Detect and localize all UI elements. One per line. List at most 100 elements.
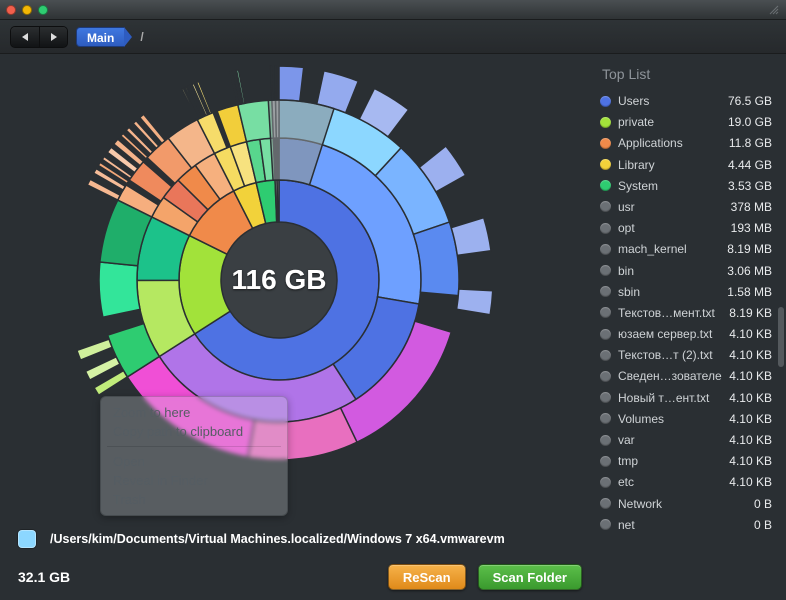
top-list-row[interactable]: var 4.10 KB bbox=[600, 431, 772, 449]
sunburst-panel: 116 GB Zoom to here Copy path to clipboa… bbox=[0, 54, 594, 600]
ctx-zoom-to-here[interactable]: Zoom to here bbox=[101, 403, 287, 422]
breadcrumb-main[interactable]: Main bbox=[76, 27, 124, 47]
top-list-color-dot bbox=[600, 307, 611, 318]
top-list-color-dot bbox=[600, 138, 611, 149]
top-list-size: 4.10 KB bbox=[729, 327, 772, 341]
top-list-name: Applications bbox=[618, 136, 723, 150]
top-list-size: 8.19 MB bbox=[727, 242, 772, 256]
top-list-row[interactable]: mach_kernel 8.19 MB bbox=[600, 240, 772, 258]
ctx-copy-path[interactable]: Copy path to clipboard bbox=[101, 422, 287, 441]
top-list-size: 4.10 KB bbox=[729, 412, 772, 426]
top-list-row[interactable]: Applications11.8 GB bbox=[600, 134, 772, 152]
back-button[interactable] bbox=[11, 27, 39, 47]
top-list-color-dot bbox=[600, 456, 611, 467]
traffic-lights bbox=[6, 5, 48, 15]
top-list-name: tmp bbox=[618, 454, 723, 468]
top-list-row[interactable]: Сведен…зователе4.10 KB bbox=[600, 367, 772, 385]
top-list-row[interactable]: Users 76.5 GB bbox=[600, 92, 772, 110]
resize-corner-icon bbox=[768, 4, 780, 16]
top-list-name: usr bbox=[618, 200, 725, 214]
top-list-size: 4.10 KB bbox=[729, 348, 772, 362]
top-list-name: var bbox=[618, 433, 723, 447]
selection-footer: /Users/kim/Documents/Virtual Machines.lo… bbox=[18, 530, 582, 590]
top-list-color-dot bbox=[600, 519, 611, 530]
top-list-name: Network bbox=[618, 497, 748, 511]
scrollbar-thumb[interactable] bbox=[778, 307, 784, 367]
top-list-color-dot bbox=[600, 265, 611, 276]
top-list-size: 8.19 KB bbox=[729, 306, 772, 320]
scrollbar[interactable] bbox=[778, 116, 784, 594]
close-window-button[interactable] bbox=[6, 5, 16, 15]
top-list: Users 76.5 GB private19.0 GB Applications11… bbox=[600, 92, 772, 534]
top-list-color-dot bbox=[600, 392, 611, 403]
top-list-name: bin bbox=[618, 264, 721, 278]
window-titlebar bbox=[0, 0, 786, 20]
top-list-size: 4.10 KB bbox=[729, 475, 772, 489]
top-list-size: 4.10 KB bbox=[729, 391, 772, 405]
top-list-title: Top List bbox=[602, 66, 772, 82]
top-list-color-dot bbox=[600, 223, 611, 234]
top-list-row[interactable]: Volumes 4.10 KB bbox=[600, 410, 772, 428]
top-list-name: sbin bbox=[618, 285, 721, 299]
breadcrumb: Main / bbox=[76, 27, 148, 47]
top-list-row[interactable]: bin3.06 MB bbox=[600, 262, 772, 280]
top-list-size: 76.5 GB bbox=[728, 94, 772, 108]
top-list-row[interactable]: net0 B bbox=[600, 516, 772, 534]
top-list-color-dot bbox=[600, 435, 611, 446]
top-list-color-dot bbox=[600, 117, 611, 128]
top-list-row[interactable]: Текстов…т (2).txt 4.10 KB bbox=[600, 346, 772, 364]
top-list-size: 1.58 MB bbox=[727, 285, 772, 299]
top-list-color-dot bbox=[600, 329, 611, 340]
history-nav bbox=[10, 26, 68, 48]
selection-path: /Users/kim/Documents/Virtual Machines.lo… bbox=[50, 532, 505, 546]
top-list-name: Текстов…т (2).txt bbox=[618, 348, 723, 362]
context-menu: Zoom to here Copy path to clipboard Open… bbox=[100, 396, 288, 516]
top-list-color-dot bbox=[600, 498, 611, 509]
top-list-size: 0 B bbox=[754, 518, 772, 532]
top-list-row[interactable]: Новый т…ент.txt 4.10 KB bbox=[600, 389, 772, 407]
top-list-name: Library bbox=[618, 158, 722, 172]
top-list-color-dot bbox=[600, 477, 611, 488]
zoom-window-button[interactable] bbox=[38, 5, 48, 15]
scan-folder-button[interactable]: Scan Folder bbox=[478, 564, 582, 590]
ctx-reveal[interactable]: Reveal in Finder bbox=[101, 471, 287, 490]
top-list-name: mach_kernel bbox=[618, 242, 721, 256]
top-list-row[interactable]: System3.53 GB bbox=[600, 177, 772, 195]
top-list-name: юзаем сервер.txt bbox=[618, 327, 723, 341]
top-list-color-dot bbox=[600, 159, 611, 170]
top-list-name: Users bbox=[618, 94, 722, 108]
top-list-size: 378 MB bbox=[731, 200, 772, 214]
rescan-button[interactable]: ReScan bbox=[388, 564, 466, 590]
top-list-row[interactable]: opt193 MB bbox=[600, 219, 772, 237]
main-area: 116 GB Zoom to here Copy path to clipboa… bbox=[0, 54, 786, 600]
breadcrumb-root[interactable]: / bbox=[124, 27, 147, 47]
ctx-separator bbox=[107, 446, 281, 447]
top-list-size: 0 B bbox=[754, 497, 772, 511]
top-list-row[interactable]: Текстов…мент.txt8.19 KB bbox=[600, 304, 772, 322]
top-list-color-dot bbox=[600, 350, 611, 361]
top-list-row[interactable]: Network 0 B bbox=[600, 495, 772, 513]
top-list-color-dot bbox=[600, 201, 611, 212]
ctx-trash[interactable]: Trash bbox=[101, 490, 287, 509]
forward-button[interactable] bbox=[39, 27, 67, 47]
top-list-name: private bbox=[618, 115, 722, 129]
top-list-color-dot bbox=[600, 286, 611, 297]
top-list-row[interactable]: usr 378 MB bbox=[600, 198, 772, 216]
top-list-name: Новый т…ент.txt bbox=[618, 391, 723, 405]
top-list-size: 4.10 KB bbox=[729, 454, 772, 468]
top-list-color-dot bbox=[600, 371, 611, 382]
top-list-row[interactable]: Library4.44 GB bbox=[600, 156, 772, 174]
top-list-row[interactable]: etc4.10 KB bbox=[600, 473, 772, 491]
top-list-row[interactable]: tmp 4.10 KB bbox=[600, 452, 772, 470]
minimize-window-button[interactable] bbox=[22, 5, 32, 15]
ctx-open[interactable]: Open bbox=[101, 452, 287, 471]
top-list-name: Volumes bbox=[618, 412, 723, 426]
top-list-size: 193 MB bbox=[731, 221, 772, 235]
top-list-row[interactable]: юзаем сервер.txt 4.10 KB bbox=[600, 325, 772, 343]
selection-size: 32.1 GB bbox=[18, 569, 70, 585]
toolbar: Main / bbox=[0, 20, 786, 54]
top-list-size: 4.10 KB bbox=[729, 433, 772, 447]
top-list-panel: Top List Users 76.5 GB private19.0 GB Appli… bbox=[594, 54, 786, 600]
top-list-row[interactable]: private19.0 GB bbox=[600, 113, 772, 131]
top-list-row[interactable]: sbin 1.58 MB bbox=[600, 283, 772, 301]
